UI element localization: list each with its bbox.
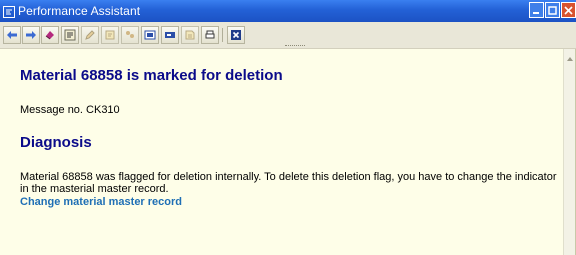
maximize-icon[interactable] <box>545 2 560 18</box>
edit-icon[interactable] <box>81 26 99 44</box>
toolbar-separator <box>222 28 223 42</box>
group-icon[interactable] <box>121 26 139 44</box>
vertical-scrollbar[interactable] <box>563 49 575 255</box>
forward-icon[interactable] <box>22 26 40 44</box>
window-title: Performance Assistant <box>18 4 141 18</box>
message-number: Message no. CK310 <box>20 104 120 116</box>
exit-icon[interactable] <box>227 26 245 44</box>
back-icon[interactable] <box>3 26 21 44</box>
close-icon[interactable] <box>561 2 576 18</box>
toolbar-grip[interactable] <box>285 45 305 48</box>
window-controls <box>529 2 576 18</box>
tag-icon[interactable] <box>161 26 179 44</box>
scroll-up-icon[interactable] <box>567 57 573 61</box>
display-icon[interactable] <box>141 26 159 44</box>
doc-icon[interactable] <box>181 26 199 44</box>
diagnosis-text: Material 68858 was flagged for deletion … <box>20 171 557 195</box>
print-icon[interactable] <box>201 26 219 44</box>
diagnosis-heading: Diagnosis <box>20 134 92 151</box>
window-icon <box>3 5 15 18</box>
performance-assistant-window: Performance Assistant Material 68858 is … <box>0 0 576 255</box>
message-title: Material 68858 is marked for deletion <box>20 67 283 84</box>
technical-info-icon[interactable] <box>61 26 79 44</box>
title-bar[interactable]: Performance Assistant <box>0 0 576 22</box>
eraser-icon[interactable] <box>41 26 59 44</box>
change-material-master-record-link[interactable]: Change material master record <box>20 196 182 208</box>
note-icon[interactable] <box>101 26 119 44</box>
minimize-icon[interactable] <box>529 2 544 18</box>
